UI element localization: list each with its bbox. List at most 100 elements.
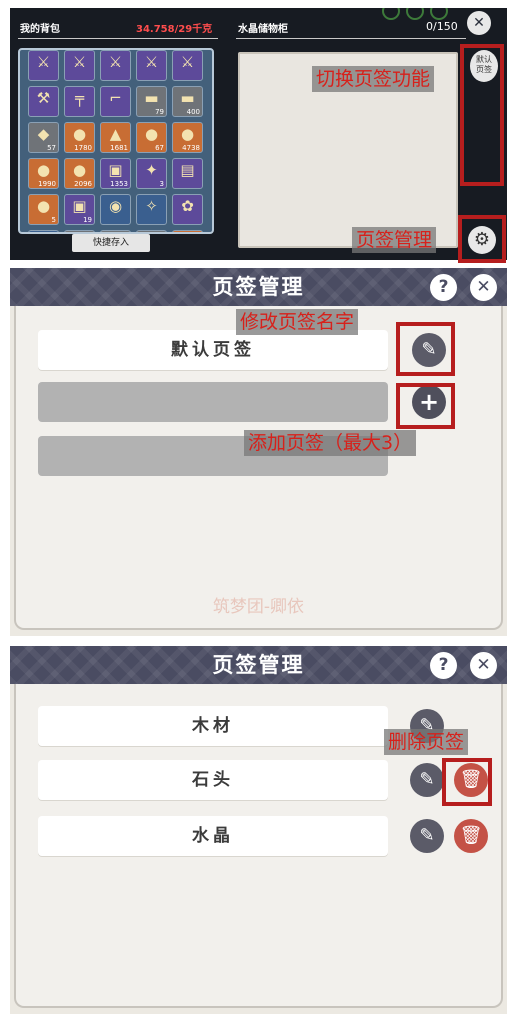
inventory-slot[interactable]: ⚒ [28,86,59,117]
wood-log-icon: ▬ [180,89,195,107]
annotation-delete-tab: 删除页签 [384,729,469,755]
inventory-slot[interactable]: ⌐ [100,86,131,117]
inventory-slot[interactable]: ◇ [172,230,203,234]
card-icon: ▤ [180,161,195,179]
empty-tab-row[interactable] [38,382,388,422]
misc-icon: ◇ [173,233,202,234]
coin-icon: ● [144,125,159,143]
inventory-slot[interactable]: ✿ [172,194,203,225]
tab-manage-panel: 页签管理 ? ✕ 木材 ✎ 石头 ✎ 🗑 水晶 ✎ 🗑 [10,646,507,1014]
rifle-icon: ╤ [74,89,85,107]
slot-quantity: 67 [155,144,164,152]
weight-indicator: 34.758/29千克 [136,24,213,35]
coin-icon: ● [72,125,87,143]
slot-quantity: 2096 [74,180,92,188]
inventory-slot[interactable]: ● 2096 [64,158,95,189]
inventory-slot[interactable]: ▣ 1353 [100,158,131,189]
highlight-tab-switch [460,44,504,186]
misc-icon: ◇ [29,233,58,234]
armor-icon: ▲ [109,125,122,143]
backpack-grid: ⚔ ⚔ ⚔ ⚔ ⚔ ⚒ ╤ ⌐ ▬ 79 ▬ 400 ◆ 57 ● 1780 ▲ 1681 ● 67 ● 4738 ● 199… [28,50,208,234]
divider [18,38,218,39]
inventory-slot[interactable]: ◉ [100,194,131,225]
close-icon[interactable]: ✕ [467,11,491,35]
highlight-delete-tab [442,758,492,806]
inventory-slot[interactable]: ◆ 57 [28,122,59,153]
inventory-slot[interactable]: ● 1990 [28,158,59,189]
annotation-add-tab: 添加页签（最大3） [244,430,417,456]
coin-icon: ● [180,125,195,143]
tab-name-row[interactable]: 水晶 [38,816,388,856]
storage-label: 水晶储物柜 [238,24,288,35]
inventory-slot[interactable]: ◇ [28,230,59,234]
gem-icon: ✦ [145,161,158,179]
fox-icon: ✿ [181,197,194,215]
slot-quantity: 1990 [38,180,56,188]
inventory-slot[interactable]: ● 67 [136,122,167,153]
bird-icon: ✧ [145,197,158,215]
slot-quantity: 57 [47,144,56,152]
slot-quantity: 79 [155,108,164,116]
weapon-icon: ⚔ [144,53,159,71]
close-icon[interactable]: ✕ [470,652,497,679]
storage-count: 0/150 [426,20,458,33]
edit-icon[interactable]: ✎ [410,763,444,797]
crate-icon: ▣ [72,197,87,215]
watermark: 筑梦团-卿依 [212,597,305,617]
tab-name-row[interactable]: 默认页签 [38,330,388,370]
annotation-rename-tab: 修改页签名字 [236,309,359,335]
inventory-panel: 我的背包 34.758/29千克 水晶储物柜 0/150 ✕ ⚔ ⚔ ⚔ ⚔ ⚔ ⚒ ╤ ⌐ ▬… [10,8,507,260]
inventory-slot[interactable]: ● 5 [28,194,59,225]
inventory-slot[interactable]: ⚔ [64,50,95,81]
slot-quantity: 4738 [182,144,200,152]
inventory-slot[interactable]: ⚔ [28,50,59,81]
divider [236,38,466,39]
coin-icon: ● [72,161,87,179]
creature-icon: ◉ [108,197,123,215]
tool-icon: ⚒ [36,89,51,107]
slot-quantity: 19 [83,216,92,224]
inventory-slot[interactable]: ● 4738 [172,122,203,153]
wood-log-icon: ▬ [144,89,159,107]
inventory-slot[interactable]: ✧ [136,194,167,225]
highlight-rename-tab [396,322,455,376]
inventory-slot[interactable]: ▲ 1681 [100,122,131,153]
quick-store-button[interactable]: 快捷存入 [72,234,150,252]
gun-icon: ⌐ [109,89,122,107]
coin-icon: ● [36,161,51,179]
inventory-slot[interactable]: ╤ [64,86,95,117]
coin-icon: ● [36,197,51,215]
slot-quantity: 400 [186,108,200,116]
slot-quantity: 5 [51,216,56,224]
slot-quantity: 1353 [110,180,128,188]
annotation-tab-manage: 页签管理 [352,227,437,253]
highlight-tab-manage [458,215,506,263]
inventory-slot[interactable]: ⚔ [172,50,203,81]
weapon-icon: ⚔ [36,53,51,71]
weapon-icon: ⚔ [180,53,195,71]
inventory-slot[interactable]: ● 1780 [64,122,95,153]
slot-quantity: 1681 [110,144,128,152]
inventory-slot[interactable]: ⚔ [136,50,167,81]
inventory-slot[interactable]: ▣ 19 [64,194,95,225]
weapon-icon: ⚔ [108,53,123,71]
delete-tab-icon[interactable]: 🗑 [454,819,488,853]
inventory-slot[interactable]: ⚔ [100,50,131,81]
help-icon[interactable]: ? [430,652,457,679]
slot-quantity: 1780 [74,144,92,152]
help-icon[interactable]: ? [430,274,457,301]
inventory-slot[interactable]: ▤ [172,158,203,189]
close-icon[interactable]: ✕ [470,274,497,301]
inventory-slot[interactable]: ▬ 400 [172,86,203,117]
inventory-slot[interactable]: ✦ 3 [136,158,167,189]
tab-name-row[interactable]: 石头 [38,760,388,800]
tab-name-row[interactable]: 木材 [38,706,388,746]
leather-icon: ◆ [37,125,50,143]
slot-quantity: 3 [159,180,164,188]
edit-icon[interactable]: ✎ [410,819,444,853]
weapon-icon: ⚔ [72,53,87,71]
crate-icon: ▣ [108,161,123,179]
backpack-grid-frame: ⚔ ⚔ ⚔ ⚔ ⚔ ⚒ ╤ ⌐ ▬ 79 ▬ 400 ◆ 57 ● 1780 ▲ 1681 ● 67 ● 4738 ● 199… [18,48,214,234]
top-status-icons [382,8,472,20]
inventory-slot[interactable]: ▬ 79 [136,86,167,117]
